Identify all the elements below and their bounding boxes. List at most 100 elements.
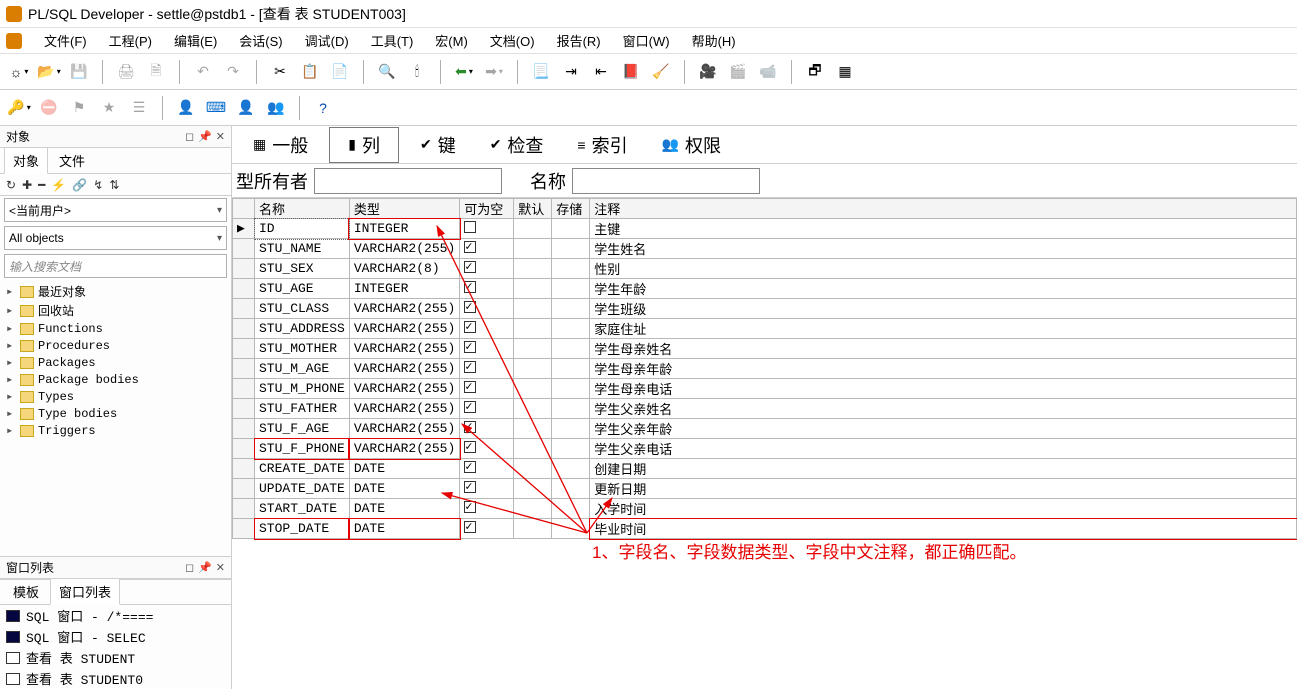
back-icon[interactable]: ⬅▾: [451, 59, 477, 85]
tree-item[interactable]: ▸Functions: [0, 320, 231, 337]
menu-item[interactable]: 窗口(W): [619, 29, 674, 52]
menu-item[interactable]: 编辑(E): [170, 29, 221, 52]
grid-header[interactable]: 默认: [514, 199, 552, 219]
object-tree[interactable]: ▸最近对象▸回收站▸Functions▸Procedures▸Packages▸…: [0, 280, 231, 557]
col-type-cell[interactable]: INTEGER: [349, 279, 459, 299]
winlist-item[interactable]: 查看 表 STUDENT0: [0, 668, 231, 689]
col-comment-cell[interactable]: 性别: [590, 259, 1297, 279]
col-name-cell[interactable]: STU_F_PHONE: [255, 439, 350, 459]
cam1-icon[interactable]: 🎥: [695, 59, 721, 85]
col-type-cell[interactable]: VARCHAR2(255): [349, 319, 459, 339]
owner-field[interactable]: [314, 168, 502, 194]
mini-tool-icon[interactable]: ↯: [93, 178, 103, 192]
col-name-cell[interactable]: START_DATE: [255, 499, 350, 519]
col-default-cell[interactable]: [514, 459, 552, 479]
col-default-cell[interactable]: [514, 219, 552, 239]
winlist-item[interactable]: 查看 表 STUDENT: [0, 647, 231, 668]
mini-tool-icon[interactable]: ✚: [22, 178, 32, 192]
grid-icon[interactable]: ▦: [832, 59, 858, 85]
col-type-cell[interactable]: VARCHAR2(255): [349, 439, 459, 459]
objects-subtab[interactable]: 文件: [50, 147, 94, 173]
tab-索引[interactable]: ≡索引: [564, 127, 640, 163]
col-default-cell[interactable]: [514, 419, 552, 439]
table-row[interactable]: STU_F_AGEVARCHAR2(255) 学生父亲年龄: [233, 419, 1297, 439]
checkbox-icon[interactable]: [464, 401, 476, 413]
grid-header[interactable]: 存储: [552, 199, 590, 219]
menu-item[interactable]: 文档(O): [486, 29, 539, 52]
col-storage-cell[interactable]: [552, 259, 590, 279]
tree-item[interactable]: ▸Package bodies: [0, 371, 231, 388]
col-type-cell[interactable]: VARCHAR2(255): [349, 359, 459, 379]
col-null-cell[interactable]: [460, 379, 514, 399]
menu-item[interactable]: 工具(T): [367, 29, 418, 52]
tree-item[interactable]: ▸Triggers: [0, 422, 231, 439]
col-name-cell[interactable]: STU_ADDRESS: [255, 319, 350, 339]
table-row[interactable]: STU_CLASSVARCHAR2(255)学生班级: [233, 299, 1297, 319]
windows-icon[interactable]: 🗗: [802, 59, 828, 85]
page-icon[interactable]: 📃: [528, 59, 554, 85]
col-storage-cell[interactable]: [552, 279, 590, 299]
col-storage-cell[interactable]: [552, 519, 590, 539]
table-row[interactable]: UPDATE_DATEDATE更新日期: [233, 479, 1297, 499]
table-row[interactable]: STU_AGEINTEGER学生年龄: [233, 279, 1297, 299]
col-null-cell[interactable]: [460, 419, 514, 439]
col-null-cell[interactable]: [460, 319, 514, 339]
col-default-cell[interactable]: [514, 359, 552, 379]
col-type-cell[interactable]: VARCHAR2(255): [349, 419, 459, 439]
open-icon[interactable]: 📂▾: [36, 59, 62, 85]
col-type-cell[interactable]: DATE: [349, 479, 459, 499]
col-null-cell[interactable]: [460, 239, 514, 259]
key-icon[interactable]: 🔑▾: [6, 95, 32, 121]
col-comment-cell[interactable]: 创建日期: [590, 459, 1297, 479]
menu-item[interactable]: 调试(D): [301, 29, 353, 52]
tab-权限[interactable]: 👥权限: [649, 127, 734, 163]
winlist-item[interactable]: SQL 窗口 - SELEC: [0, 626, 231, 647]
col-default-cell[interactable]: [514, 379, 552, 399]
col-name-cell[interactable]: STOP_DATE: [255, 519, 350, 539]
sql-icon[interactable]: ⌨: [203, 95, 229, 121]
col-storage-cell[interactable]: [552, 499, 590, 519]
col-name-cell[interactable]: STU_SEX: [255, 259, 350, 279]
find-next-icon[interactable]: 🕯: [404, 59, 430, 85]
mini-tool-icon[interactable]: ⚡: [51, 178, 66, 192]
col-comment-cell[interactable]: 家庭住址: [590, 319, 1297, 339]
table-row[interactable]: STU_NAMEVARCHAR2(255)学生姓名: [233, 239, 1297, 259]
pin-icon[interactable]: 📌: [198, 130, 212, 143]
col-name-cell[interactable]: STU_F_AGE: [255, 419, 350, 439]
checkbox-icon[interactable]: [464, 281, 476, 293]
col-type-cell[interactable]: VARCHAR2(255): [349, 379, 459, 399]
menu-item[interactable]: 会话(S): [235, 29, 286, 52]
help-icon[interactable]: ?: [310, 95, 336, 121]
user-check-icon[interactable]: 👥: [263, 95, 289, 121]
cut-icon[interactable]: ✂: [267, 59, 293, 85]
checkbox-icon[interactable]: [464, 321, 476, 333]
col-comment-cell[interactable]: 学生年龄: [590, 279, 1297, 299]
columns-grid[interactable]: 名称类型可为空默认存储注释 ▶IDINTEGER主键STU_NAMEVARCHA…: [232, 198, 1297, 539]
table-row[interactable]: CREATE_DATEDATE创建日期: [233, 459, 1297, 479]
col-default-cell[interactable]: [514, 339, 552, 359]
pin-icon[interactable]: 📌: [198, 561, 212, 574]
search-input[interactable]: 输入搜索文档: [4, 254, 227, 278]
menu-item[interactable]: 报告(R): [553, 29, 605, 52]
checkbox-icon[interactable]: [464, 301, 476, 313]
col-comment-cell[interactable]: 学生父亲年龄: [590, 419, 1297, 439]
col-null-cell[interactable]: [460, 399, 514, 419]
col-name-cell[interactable]: UPDATE_DATE: [255, 479, 350, 499]
col-default-cell[interactable]: [514, 259, 552, 279]
col-comment-cell[interactable]: 入学时间: [590, 499, 1297, 519]
col-default-cell[interactable]: [514, 319, 552, 339]
col-default-cell[interactable]: [514, 519, 552, 539]
col-null-cell[interactable]: [460, 499, 514, 519]
mini-tool-icon[interactable]: ⇅: [109, 178, 119, 192]
tab-检查[interactable]: ✔检查: [477, 127, 557, 163]
col-type-cell[interactable]: VARCHAR2(8): [349, 259, 459, 279]
find-icon[interactable]: 🔍: [374, 59, 400, 85]
col-null-cell[interactable]: [460, 219, 514, 239]
tree-item[interactable]: ▸最近对象: [0, 282, 231, 301]
col-null-cell[interactable]: [460, 299, 514, 319]
col-comment-cell[interactable]: 毕业时间: [590, 519, 1297, 539]
filter-combo[interactable]: All objects ▾: [4, 226, 227, 250]
col-storage-cell[interactable]: [552, 419, 590, 439]
col-comment-cell[interactable]: 学生母亲电话: [590, 379, 1297, 399]
copy-icon[interactable]: 📋: [297, 59, 323, 85]
